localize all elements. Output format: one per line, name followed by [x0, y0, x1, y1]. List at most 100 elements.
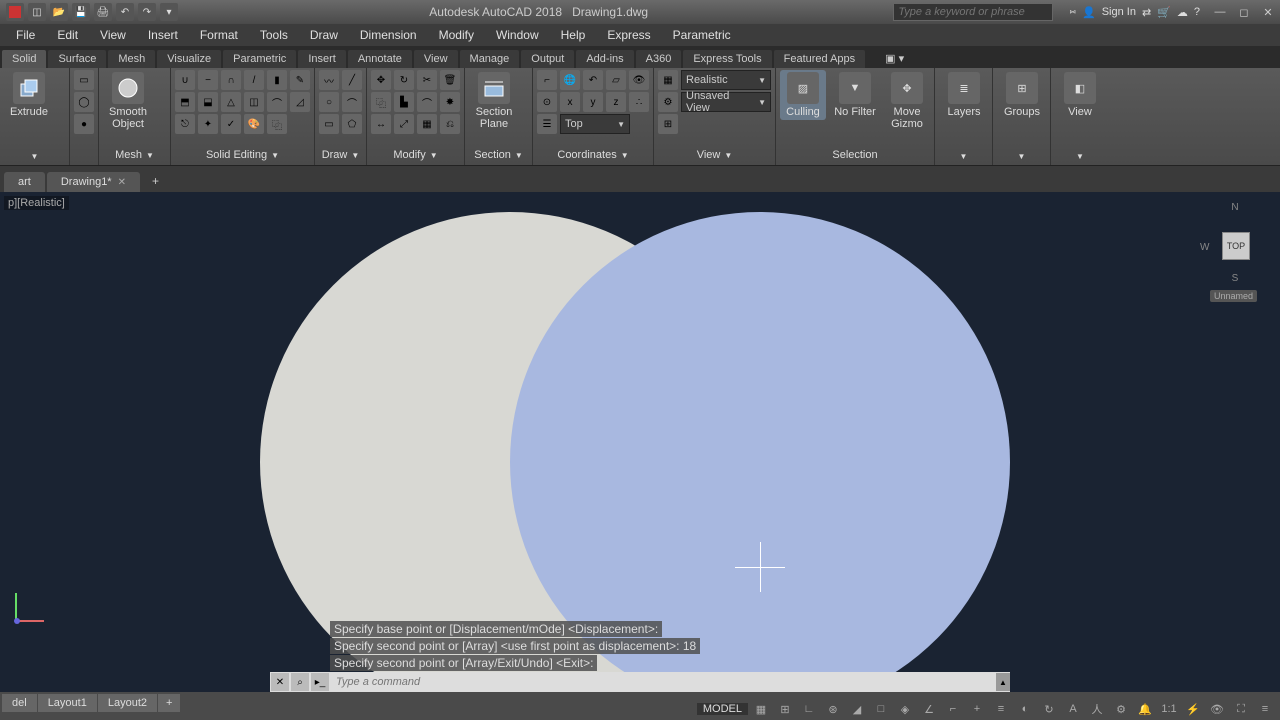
color-face-icon[interactable]: 🎨 — [244, 114, 264, 134]
extrude-face-icon[interactable]: ⬒ — [175, 92, 195, 112]
save-icon[interactable]: 💾 — [72, 3, 90, 21]
redo-icon[interactable]: ↷ — [138, 3, 156, 21]
ribtab-addins[interactable]: Add-ins — [576, 50, 633, 68]
hardware-accel-icon[interactable]: ⚡ — [1182, 700, 1204, 718]
model-space-toggle[interactable]: MODEL — [697, 703, 748, 715]
grid-toggle-icon[interactable]: ▦ — [750, 700, 772, 718]
ucs-view-icon[interactable]: 👁 — [629, 70, 649, 90]
panel-groups-expand[interactable]: ▼ — [997, 150, 1046, 163]
named-view-combo[interactable]: Unsaved View▼ — [681, 92, 771, 112]
ribtab-view[interactable]: View — [414, 50, 458, 68]
minimize-button[interactable]: — — [1208, 3, 1232, 21]
rectangle-icon[interactable]: ▭ — [319, 114, 339, 134]
erase-icon[interactable]: 🗑 — [440, 70, 460, 90]
viewcube-n[interactable]: N — [1231, 202, 1238, 213]
viewcube-ucs-menu[interactable]: Unnamed — [1210, 290, 1257, 302]
panel-mesh-label[interactable]: Mesh ▼ — [103, 147, 166, 163]
menu-express[interactable]: Express — [597, 26, 660, 44]
annoscale-icon[interactable]: 人 — [1086, 700, 1108, 718]
help-icon[interactable]: ? — [1194, 6, 1200, 18]
ribtab-featured[interactable]: Featured Apps — [774, 50, 866, 68]
cmdline-expand-icon[interactable]: ▲ — [996, 673, 1010, 691]
ucs-x-icon[interactable]: x — [560, 92, 580, 112]
plot-icon[interactable]: 🖨 — [94, 3, 112, 21]
menu-parametric[interactable]: Parametric — [663, 26, 741, 44]
dyn-input-icon[interactable]: + — [966, 700, 988, 718]
menu-file[interactable]: File — [6, 26, 45, 44]
move-icon[interactable]: ✥ — [371, 70, 391, 90]
help-search-input[interactable] — [893, 3, 1053, 21]
layout-1[interactable]: Layout1 — [38, 694, 97, 712]
3dosnap-toggle-icon[interactable]: ◈ — [894, 700, 916, 718]
fillet-icon[interactable]: ⌒ — [417, 92, 437, 112]
shell-icon[interactable]: ◫ — [244, 92, 264, 112]
ribtab-visualize[interactable]: Visualize — [157, 50, 221, 68]
user-icon[interactable]: 👤 — [1082, 6, 1096, 19]
menu-edit[interactable]: Edit — [47, 26, 88, 44]
no-filter-button[interactable]: ▼No Filter — [829, 70, 881, 120]
osnap-toggle-icon[interactable]: □ — [870, 700, 892, 718]
sphere-icon[interactable]: ● — [74, 114, 94, 134]
new-tab-button[interactable]: + — [142, 170, 169, 192]
menu-help[interactable]: Help — [551, 26, 596, 44]
drawing-viewport[interactable]: p][Realistic] N W TOP S Unnamed Specify … — [0, 192, 1280, 692]
ribtab-annotate[interactable]: Annotate — [348, 50, 412, 68]
slice-icon[interactable]: / — [244, 70, 264, 90]
sign-in-link[interactable]: Sign In — [1102, 6, 1136, 18]
viewcube-s[interactable]: S — [1232, 273, 1239, 284]
command-input[interactable] — [330, 676, 996, 688]
culling-button[interactable]: ▨Culling — [780, 70, 826, 120]
separate-icon[interactable]: ⎋ — [175, 114, 195, 134]
taper-face-icon[interactable]: △ — [221, 92, 241, 112]
ucs-combo[interactable]: Top▼ — [560, 114, 630, 134]
section-plane-button[interactable]: Section Plane — [469, 70, 519, 132]
panel-view-expand[interactable]: ▼ — [1055, 150, 1105, 163]
thicken-icon[interactable]: ▮ — [267, 70, 287, 90]
layout-model[interactable]: del — [2, 694, 37, 712]
ucs-face-icon[interactable]: ▱ — [606, 70, 626, 90]
cmdline-close-icon[interactable]: ✕ — [271, 673, 289, 691]
polar-toggle-icon[interactable]: ⊛ — [822, 700, 844, 718]
array-icon[interactable]: ▦ — [417, 114, 437, 134]
menu-view[interactable]: View — [90, 26, 136, 44]
ribtab-solid[interactable]: Solid — [2, 50, 46, 68]
infocenter-icon[interactable]: ⑅ — [1069, 6, 1076, 18]
ribtab-surface[interactable]: Surface — [48, 50, 106, 68]
ucs-y-icon[interactable]: y — [583, 92, 603, 112]
view-nav-icon[interactable]: ⊞ — [658, 114, 678, 134]
mirror-icon[interactable]: ▙ — [394, 92, 414, 112]
viewcube-top-face[interactable]: TOP — [1222, 232, 1250, 260]
cmdline-recent-icon[interactable]: ⌕ — [291, 673, 309, 691]
rotate-icon[interactable]: ↻ — [394, 70, 414, 90]
viewcube-w[interactable]: W — [1200, 242, 1209, 253]
layout-2[interactable]: Layout2 — [98, 694, 157, 712]
clean-icon[interactable]: ✦ — [198, 114, 218, 134]
line-icon[interactable]: ╱ — [342, 70, 362, 90]
visual-style-icon[interactable]: ▦ — [658, 70, 678, 90]
ucs-named-icon[interactable]: ☰ — [537, 114, 557, 134]
trim-icon[interactable]: ✂ — [417, 70, 437, 90]
cycling-icon[interactable]: ↻ — [1038, 700, 1060, 718]
cart-icon[interactable]: 🛒 — [1157, 6, 1171, 19]
panel-coordinates-label[interactable]: Coordinates ▼ — [537, 147, 649, 163]
annotation-icon[interactable]: A — [1062, 700, 1084, 718]
polyline-icon[interactable]: 〰 — [319, 70, 339, 90]
intersect-icon[interactable]: ∩ — [221, 70, 241, 90]
otrack-toggle-icon[interactable]: ∠ — [918, 700, 940, 718]
menu-modify[interactable]: Modify — [429, 26, 484, 44]
panel-layers-expand[interactable]: ▼ — [939, 150, 988, 163]
open-icon[interactable]: 📂 — [50, 3, 68, 21]
qat-dropdown-icon[interactable]: ▾ — [160, 3, 178, 21]
panel-selection-label[interactable]: Selection — [780, 147, 930, 163]
ribtab-mesh[interactable]: Mesh — [108, 50, 155, 68]
ribtab-output[interactable]: Output — [521, 50, 574, 68]
panel-draw-label[interactable]: Draw ▼ — [319, 147, 362, 163]
solid-circle-blue[interactable] — [510, 212, 1010, 692]
explode-icon[interactable]: ✸ — [440, 92, 460, 112]
maximize-button[interactable]: ◻ — [1232, 3, 1256, 21]
isolate-icon[interactable]: 👁 — [1206, 700, 1228, 718]
menu-insert[interactable]: Insert — [138, 26, 188, 44]
chamfer-edge-icon[interactable]: ◿ — [290, 92, 310, 112]
viewcube[interactable]: N W TOP S Unnamed — [1200, 202, 1270, 302]
union-icon[interactable]: ∪ — [175, 70, 195, 90]
